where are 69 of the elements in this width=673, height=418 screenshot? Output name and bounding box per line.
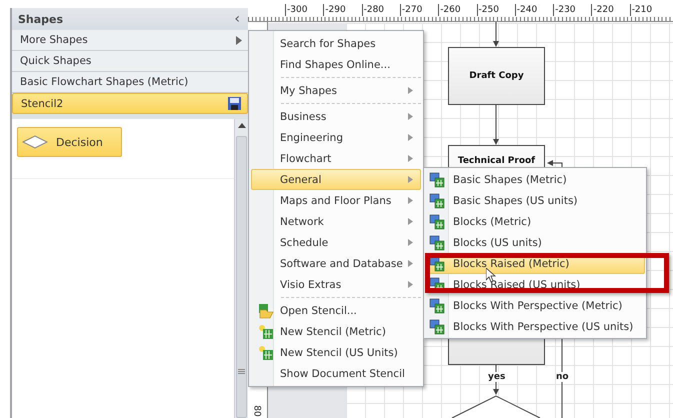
ruler-label: -240	[514, 4, 538, 16]
menu-item[interactable]: Software and Database	[251, 253, 421, 274]
scrollbar[interactable]	[234, 119, 248, 418]
menu-item[interactable]: Engineering	[251, 127, 421, 148]
menu-item[interactable]: Flowchart	[251, 148, 421, 169]
submenu-arrow-icon	[408, 155, 413, 162]
ruler-label: -250	[476, 4, 499, 16]
submenu-arrow-icon	[236, 36, 242, 44]
submenu-arrow-icon	[408, 281, 413, 288]
menu-item[interactable]: Network	[251, 211, 421, 232]
menu-item[interactable]: Schedule	[251, 232, 421, 253]
ruler-label: -260	[438, 4, 461, 16]
process-shape: Draft Copy	[448, 47, 545, 105]
stencil-item[interactable]: Stencil2	[12, 93, 248, 114]
stencil-item[interactable]: Quick Shapes	[12, 51, 248, 72]
stencil-icon	[429, 214, 445, 230]
submenu-arrow-icon	[408, 218, 413, 225]
stencil-icon	[429, 234, 445, 250]
submenu-arrow-icon	[408, 87, 413, 94]
item-label: Quick Shapes	[20, 55, 92, 67]
ruler-label: -270	[400, 4, 422, 16]
save-icon[interactable]	[228, 97, 241, 110]
ruler-label: -210	[630, 4, 652, 16]
collapse-button[interactable]: ‹	[234, 11, 240, 27]
scroll-up-icon[interactable]	[238, 123, 246, 128]
ruler-label: -280	[362, 4, 384, 16]
connector-arrow	[493, 22, 499, 47]
menu-item[interactable]: New Stencil (Metric)	[251, 321, 421, 342]
menu-item[interactable]: General	[251, 169, 421, 190]
menu-item[interactable]: Open Stencil...	[251, 300, 421, 321]
item-label: More Shapes	[20, 34, 88, 46]
stencil-icon	[429, 318, 445, 334]
shape-master[interactable]: Decision	[17, 127, 122, 157]
submenu-arrow-icon	[408, 134, 413, 141]
folder-icon	[258, 302, 274, 318]
stencil-icon	[429, 192, 445, 208]
menu-item[interactable]: Maps and Floor Plans	[251, 190, 421, 211]
submenu-arrow-icon	[408, 260, 413, 267]
stencil-item[interactable]: More Shapes	[12, 30, 248, 51]
panel-title: Shapes	[18, 12, 64, 26]
new-stencil-icon	[258, 344, 274, 360]
ruler-label: -220	[591, 4, 614, 16]
menu-item[interactable]: Show Document Stencil	[251, 363, 421, 384]
submenu-arrow-icon	[408, 113, 413, 120]
submenu-arrow-icon	[408, 197, 413, 204]
item-label: Basic Flowchart Shapes (Metric)	[20, 76, 188, 88]
stencil-icon	[429, 172, 445, 188]
connector-label: yes	[488, 372, 506, 382]
stencil-icon	[429, 298, 445, 314]
scroll-thumb[interactable]	[236, 136, 247, 418]
menu-item[interactable]: My Shapes	[251, 80, 421, 101]
menu-item[interactable]: Visio Extras	[251, 274, 421, 295]
connector-label: no	[556, 372, 569, 382]
submenu-arrow-icon	[408, 176, 413, 183]
menu-item[interactable]: Business	[251, 106, 421, 127]
menu-item[interactable]: Find Shapes Online...	[251, 54, 421, 75]
ruler-label: -300	[285, 4, 308, 16]
connector-arrow	[493, 104, 499, 145]
submenu-arrow-icon	[408, 239, 413, 246]
menu-item[interactable]: Search for Shapes	[251, 33, 421, 54]
stencil-item[interactable]: Basic Flowchart Shapes (Metric)	[12, 72, 248, 93]
menu-item[interactable]: New Stencil (US Units)	[251, 342, 421, 363]
new-stencil-icon	[258, 324, 274, 340]
grip-icon	[238, 369, 245, 375]
item-label: Stencil2	[21, 98, 64, 110]
ruler-label: 80	[252, 405, 262, 417]
ruler-label: -290	[323, 4, 346, 16]
diamond-icon	[22, 135, 48, 149]
ruler-label: -230	[553, 4, 576, 16]
